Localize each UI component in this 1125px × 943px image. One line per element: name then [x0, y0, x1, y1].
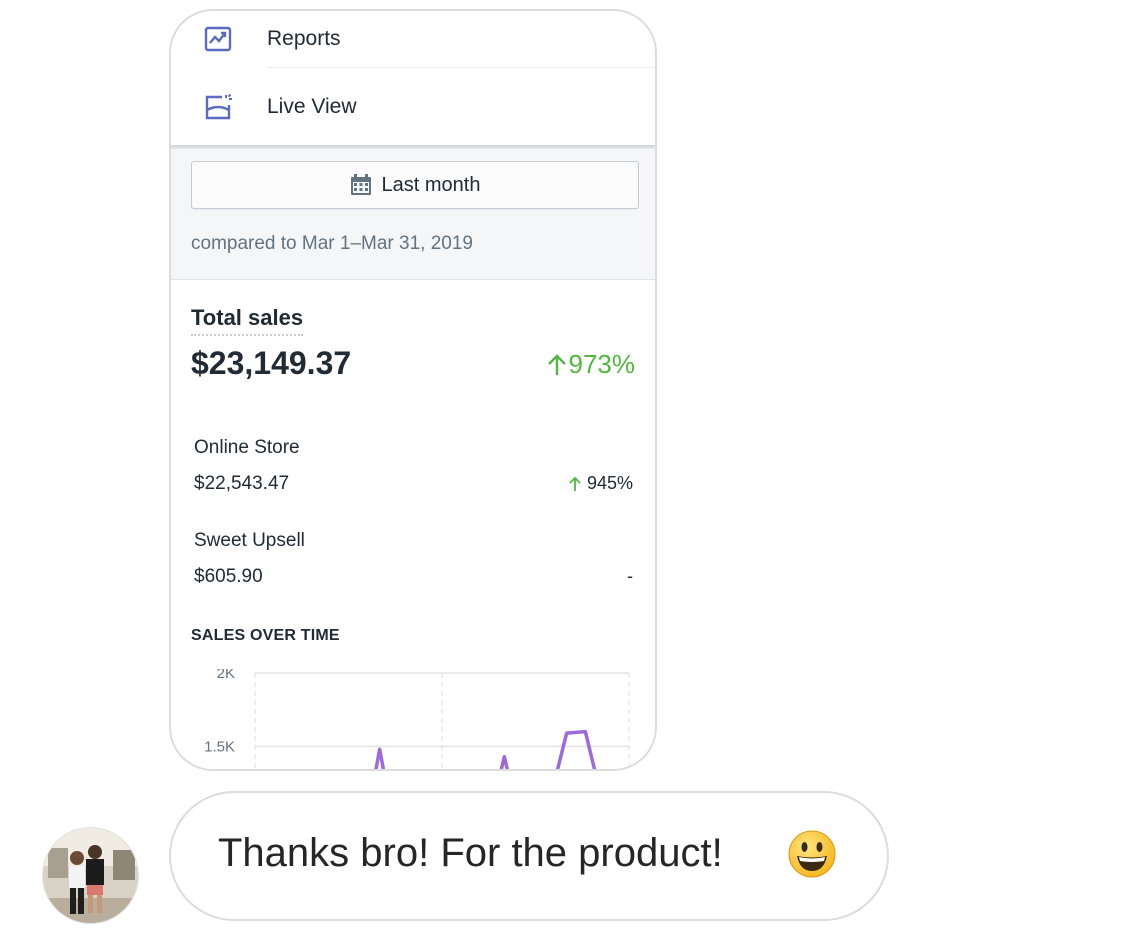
channel-change: - [627, 566, 633, 587]
channel-change-value: - [627, 566, 633, 586]
sales-over-time-chart: 2K 1.5K [204, 669, 630, 769]
shared-screenshot-bubble[interactable]: Reports Live View Last month compared to… [169, 9, 657, 771]
chart-y-tick-label: 1.5K [204, 738, 235, 755]
channel-value: $22,543.47 [194, 473, 290, 494]
message-bubble[interactable]: Thanks bro! For the product! [169, 791, 889, 921]
total-sales-change: 973% [547, 349, 636, 380]
live-view-icon [205, 93, 232, 120]
channel-value: $605.90 [194, 566, 263, 587]
date-range-label: Last month [381, 173, 481, 196]
nav-item-reports[interactable]: Reports [171, 11, 655, 69]
total-sales-value: $23,149.37 [191, 345, 352, 381]
nav-item-label: Reports [267, 27, 341, 50]
arrow-up-icon [569, 476, 581, 491]
channel-name: Online Store [194, 437, 300, 458]
nav-divider [267, 67, 655, 68]
avatar-photo [43, 828, 138, 923]
comparison-text: compared to Mar 1–Mar 31, 2019 [191, 233, 473, 254]
reports-chart-icon [204, 26, 232, 52]
total-sales-card: Total sales $23,149.37 973% Online Store… [171, 281, 655, 769]
calendar-icon [350, 174, 371, 195]
date-range-button[interactable]: Last month [191, 161, 639, 209]
arrow-up-icon [547, 353, 566, 375]
channel-change: 945% [569, 473, 633, 494]
analytics-nav: Reports Live View [171, 11, 655, 151]
channel-change-value: 945% [586, 473, 633, 493]
message-text: Thanks bro! For the product! [218, 831, 723, 875]
nav-item-label: Live View [267, 95, 357, 118]
total-sales-change-value: 973% [568, 349, 636, 379]
total-sales-title[interactable]: Total sales [191, 305, 304, 336]
channel-name: Sweet Upsell [194, 530, 305, 551]
avatar[interactable] [42, 827, 139, 924]
nav-item-live-view[interactable]: Live View [171, 77, 655, 137]
chart-y-tick-label: 2K [217, 669, 235, 682]
date-filter-section: Last month compared to Mar 1–Mar 31, 201… [171, 149, 655, 280]
sales-over-time-title: SALES OVER TIME [191, 627, 340, 644]
smiling-face-emoji [788, 830, 836, 878]
